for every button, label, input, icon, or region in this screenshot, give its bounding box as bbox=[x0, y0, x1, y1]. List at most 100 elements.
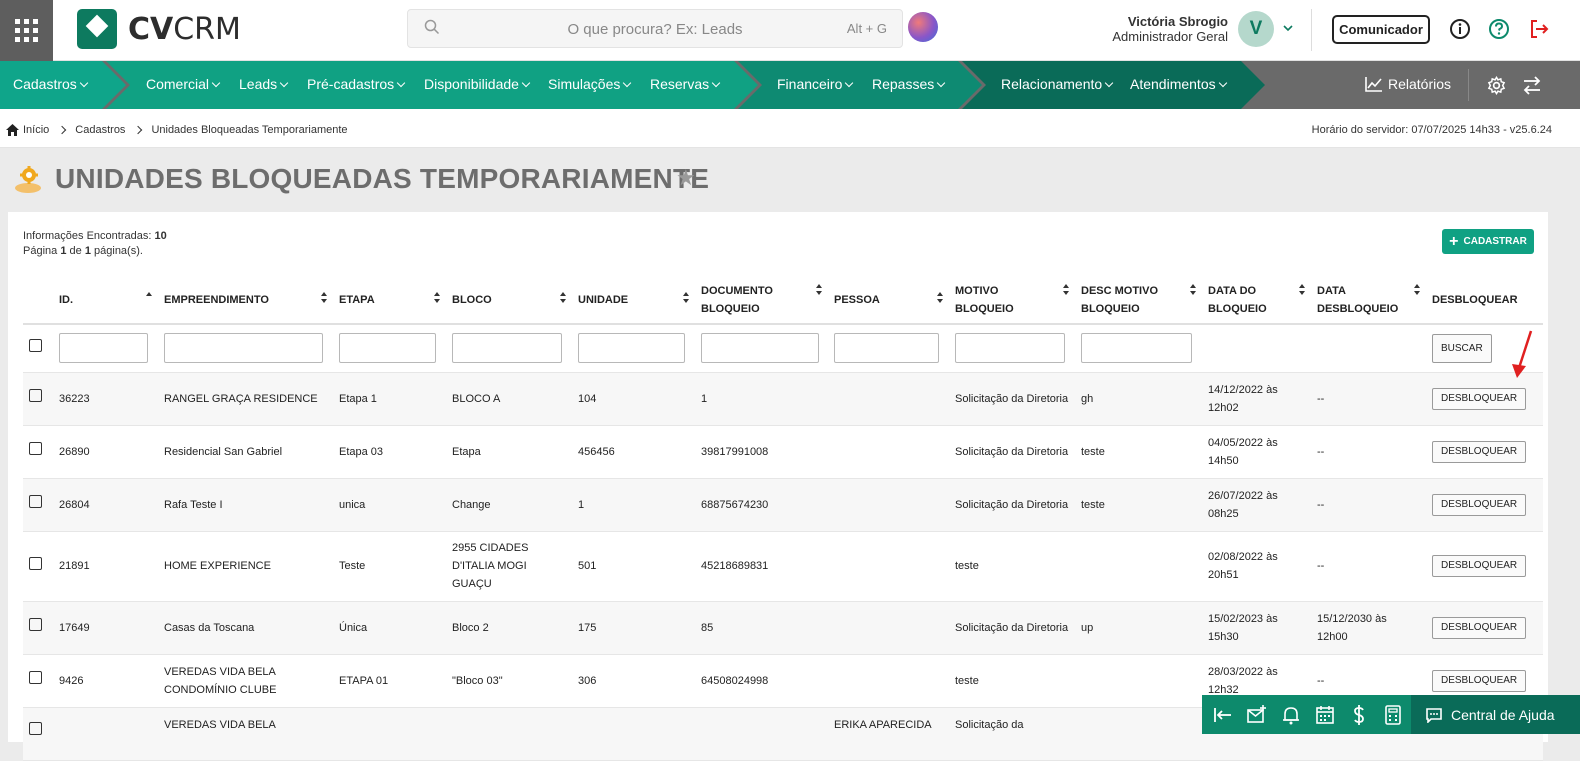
mail-plus-icon[interactable] bbox=[1246, 704, 1268, 726]
col-header-etapa[interactable]: ETAPA bbox=[333, 276, 446, 325]
cell-unidade: 104 bbox=[572, 372, 695, 426]
nav-item-atendimentos[interactable]: Atendimentos bbox=[1130, 76, 1227, 92]
avatar[interactable]: V bbox=[1238, 11, 1274, 47]
logout-icon[interactable] bbox=[1528, 18, 1550, 40]
logo-text: CVCRM bbox=[128, 11, 241, 47]
nav-item-repasses[interactable]: Repasses bbox=[872, 76, 946, 92]
chevron-down-icon bbox=[279, 78, 289, 88]
col-header-data-desbloqueio[interactable]: DATA DESBLOQUEIO bbox=[1311, 276, 1426, 325]
filter-unidade-input[interactable] bbox=[578, 333, 685, 364]
assistant-orb-icon[interactable] bbox=[908, 12, 938, 42]
col-header-pessoa[interactable]: PESSOA bbox=[828, 276, 949, 325]
col-header-empreendimento[interactable]: EMPREENDIMENTO bbox=[158, 276, 333, 325]
grid-icon bbox=[15, 19, 38, 42]
desbloquear-button[interactable]: DESBLOQUEAR bbox=[1432, 493, 1527, 516]
gear-icon[interactable] bbox=[1487, 76, 1506, 95]
cell-id: 36223 bbox=[53, 372, 158, 426]
user-name: Victória Sbrogio bbox=[1127, 14, 1228, 29]
chevron-down-icon bbox=[711, 78, 721, 88]
nav-item-comercial[interactable]: Comercial bbox=[146, 76, 221, 92]
breadcrumb-home[interactable]: Início bbox=[23, 124, 49, 136]
collapse-left-icon[interactable] bbox=[1212, 704, 1234, 726]
nav-item-relacionamento[interactable]: Relacionamento bbox=[1001, 76, 1114, 92]
table-row: 36223 RANGEL GRAÇA RESIDENCE Etapa 1 BLO… bbox=[23, 372, 1543, 426]
info-icon[interactable] bbox=[1449, 18, 1471, 40]
calculator-icon[interactable] bbox=[1382, 704, 1404, 726]
desbloquear-button[interactable]: DESBLOQUEAR bbox=[1432, 669, 1527, 692]
cell-desc-motivo: teste bbox=[1075, 478, 1202, 532]
cell-pessoa bbox=[828, 425, 949, 479]
nav-item-pre-cadastros[interactable]: Pré-cadastros bbox=[307, 76, 406, 92]
cell-documento: 1 bbox=[695, 372, 828, 426]
col-header-unidade[interactable]: UNIDADE bbox=[572, 276, 695, 325]
row-checkbox[interactable] bbox=[29, 389, 42, 402]
row-checkbox[interactable] bbox=[29, 721, 42, 735]
user-info[interactable]: Victória Sbrogio Administrador Geral bbox=[1112, 14, 1228, 44]
server-time: Horário do servidor: 07/07/2025 14h33 - … bbox=[1311, 124, 1552, 136]
cadastrar-button[interactable]: + CADASTRAR bbox=[1442, 229, 1534, 254]
sort-icon bbox=[937, 292, 943, 304]
logo[interactable]: CVCRM bbox=[77, 9, 241, 49]
cell-data-desbloqueio: -- bbox=[1311, 425, 1426, 479]
help-icon[interactable] bbox=[1488, 18, 1510, 40]
chevron-down-icon bbox=[623, 78, 632, 88]
divider bbox=[1311, 9, 1312, 51]
filter-bloco-input[interactable] bbox=[452, 333, 562, 364]
nav-item-relatorios[interactable]: Relatórios bbox=[1365, 76, 1451, 92]
col-header-data-do-bloqueio[interactable]: DATA DO BLOQUEIO bbox=[1202, 276, 1311, 325]
nav-item-reservas[interactable]: Reservas bbox=[650, 76, 721, 92]
favorite-star-icon[interactable]: ★ bbox=[676, 165, 696, 191]
chevron-down-icon[interactable] bbox=[1282, 22, 1294, 34]
nav-item-simulacoes[interactable]: Simulações bbox=[548, 76, 632, 92]
dollar-icon[interactable] bbox=[1348, 704, 1370, 726]
buscar-button[interactable]: BUSCAR bbox=[1432, 333, 1492, 363]
filter-pessoa-input[interactable] bbox=[834, 333, 939, 364]
col-header-id[interactable]: ID. bbox=[53, 276, 158, 325]
desbloquear-button[interactable]: DESBLOQUEAR bbox=[1432, 440, 1527, 463]
nav-item-disponibilidade[interactable]: Disponibilidade bbox=[424, 76, 531, 92]
row-checkbox[interactable] bbox=[29, 442, 42, 455]
row-checkbox[interactable] bbox=[29, 618, 42, 631]
select-all-checkbox[interactable] bbox=[29, 338, 42, 352]
cell-data-desbloqueio: 15/12/2030 às 12h00 bbox=[1311, 601, 1426, 655]
filter-etapa-input[interactable] bbox=[339, 333, 436, 364]
breadcrumb-bar: Início Cadastros Unidades Bloqueadas Tem… bbox=[0, 109, 1580, 148]
swap-icon[interactable] bbox=[1522, 76, 1542, 95]
cell-unidade: 175 bbox=[572, 601, 695, 655]
calendar-icon[interactable] bbox=[1314, 704, 1336, 726]
nav-item-cadastros[interactable]: Cadastros bbox=[13, 76, 89, 92]
search-input[interactable]: O que procura? Ex: Leads Alt + G bbox=[407, 9, 903, 48]
filter-motivo-input[interactable] bbox=[955, 333, 1065, 364]
row-checkbox[interactable] bbox=[29, 556, 42, 570]
desbloquear-button[interactable]: DESBLOQUEAR bbox=[1432, 616, 1527, 639]
filter-desc-motivo-input[interactable] bbox=[1081, 333, 1192, 364]
col-header-desbloquear: DESBLOQUEAR bbox=[1426, 276, 1543, 325]
help-center-button[interactable]: Central de Ajuda bbox=[1411, 695, 1580, 734]
row-checkbox[interactable] bbox=[29, 495, 42, 508]
main-nav: Cadastros Comercial Leads Pré-cadastros … bbox=[0, 61, 1580, 109]
col-header-motivo-bloqueio[interactable]: MOTIVO BLOQUEIO bbox=[949, 276, 1075, 325]
desbloquear-button[interactable]: DESBLOQUEAR bbox=[1432, 387, 1527, 410]
cell-data-bloqueio: 02/08/2022 às 20h51 bbox=[1202, 531, 1311, 602]
chevron-down-icon bbox=[396, 78, 406, 88]
breadcrumb-cadastros[interactable]: Cadastros bbox=[75, 124, 125, 136]
bell-icon[interactable] bbox=[1280, 704, 1302, 726]
sort-icon bbox=[1299, 284, 1305, 296]
breadcrumb: Início Cadastros Unidades Bloqueadas Tem… bbox=[6, 124, 348, 136]
nav-item-leads[interactable]: Leads bbox=[239, 76, 289, 92]
comunicador-button[interactable]: Comunicador bbox=[1332, 15, 1430, 44]
cell-documento: 85 bbox=[695, 601, 828, 655]
chevron-down-icon bbox=[521, 78, 531, 88]
filter-documento-input[interactable] bbox=[701, 333, 819, 364]
desbloquear-button[interactable]: DESBLOQUEAR bbox=[1432, 555, 1527, 577]
nav-item-financeiro[interactable]: Financeiro bbox=[777, 76, 854, 92]
filter-id-input[interactable] bbox=[59, 333, 148, 364]
cell-unidade: 501 bbox=[572, 531, 695, 602]
apps-menu-button[interactable] bbox=[0, 0, 53, 61]
col-header-documento-bloqueio[interactable]: DOCUMENTO BLOQUEIO bbox=[695, 276, 828, 325]
col-header-bloco[interactable]: BLOCO bbox=[446, 276, 572, 325]
row-checkbox[interactable] bbox=[29, 671, 42, 684]
col-header-desc-motivo-bloqueio[interactable]: DESC MOTIVO BLOQUEIO bbox=[1075, 276, 1202, 325]
filter-empreendimento-input[interactable] bbox=[164, 333, 323, 364]
cell-pessoa bbox=[828, 654, 949, 708]
